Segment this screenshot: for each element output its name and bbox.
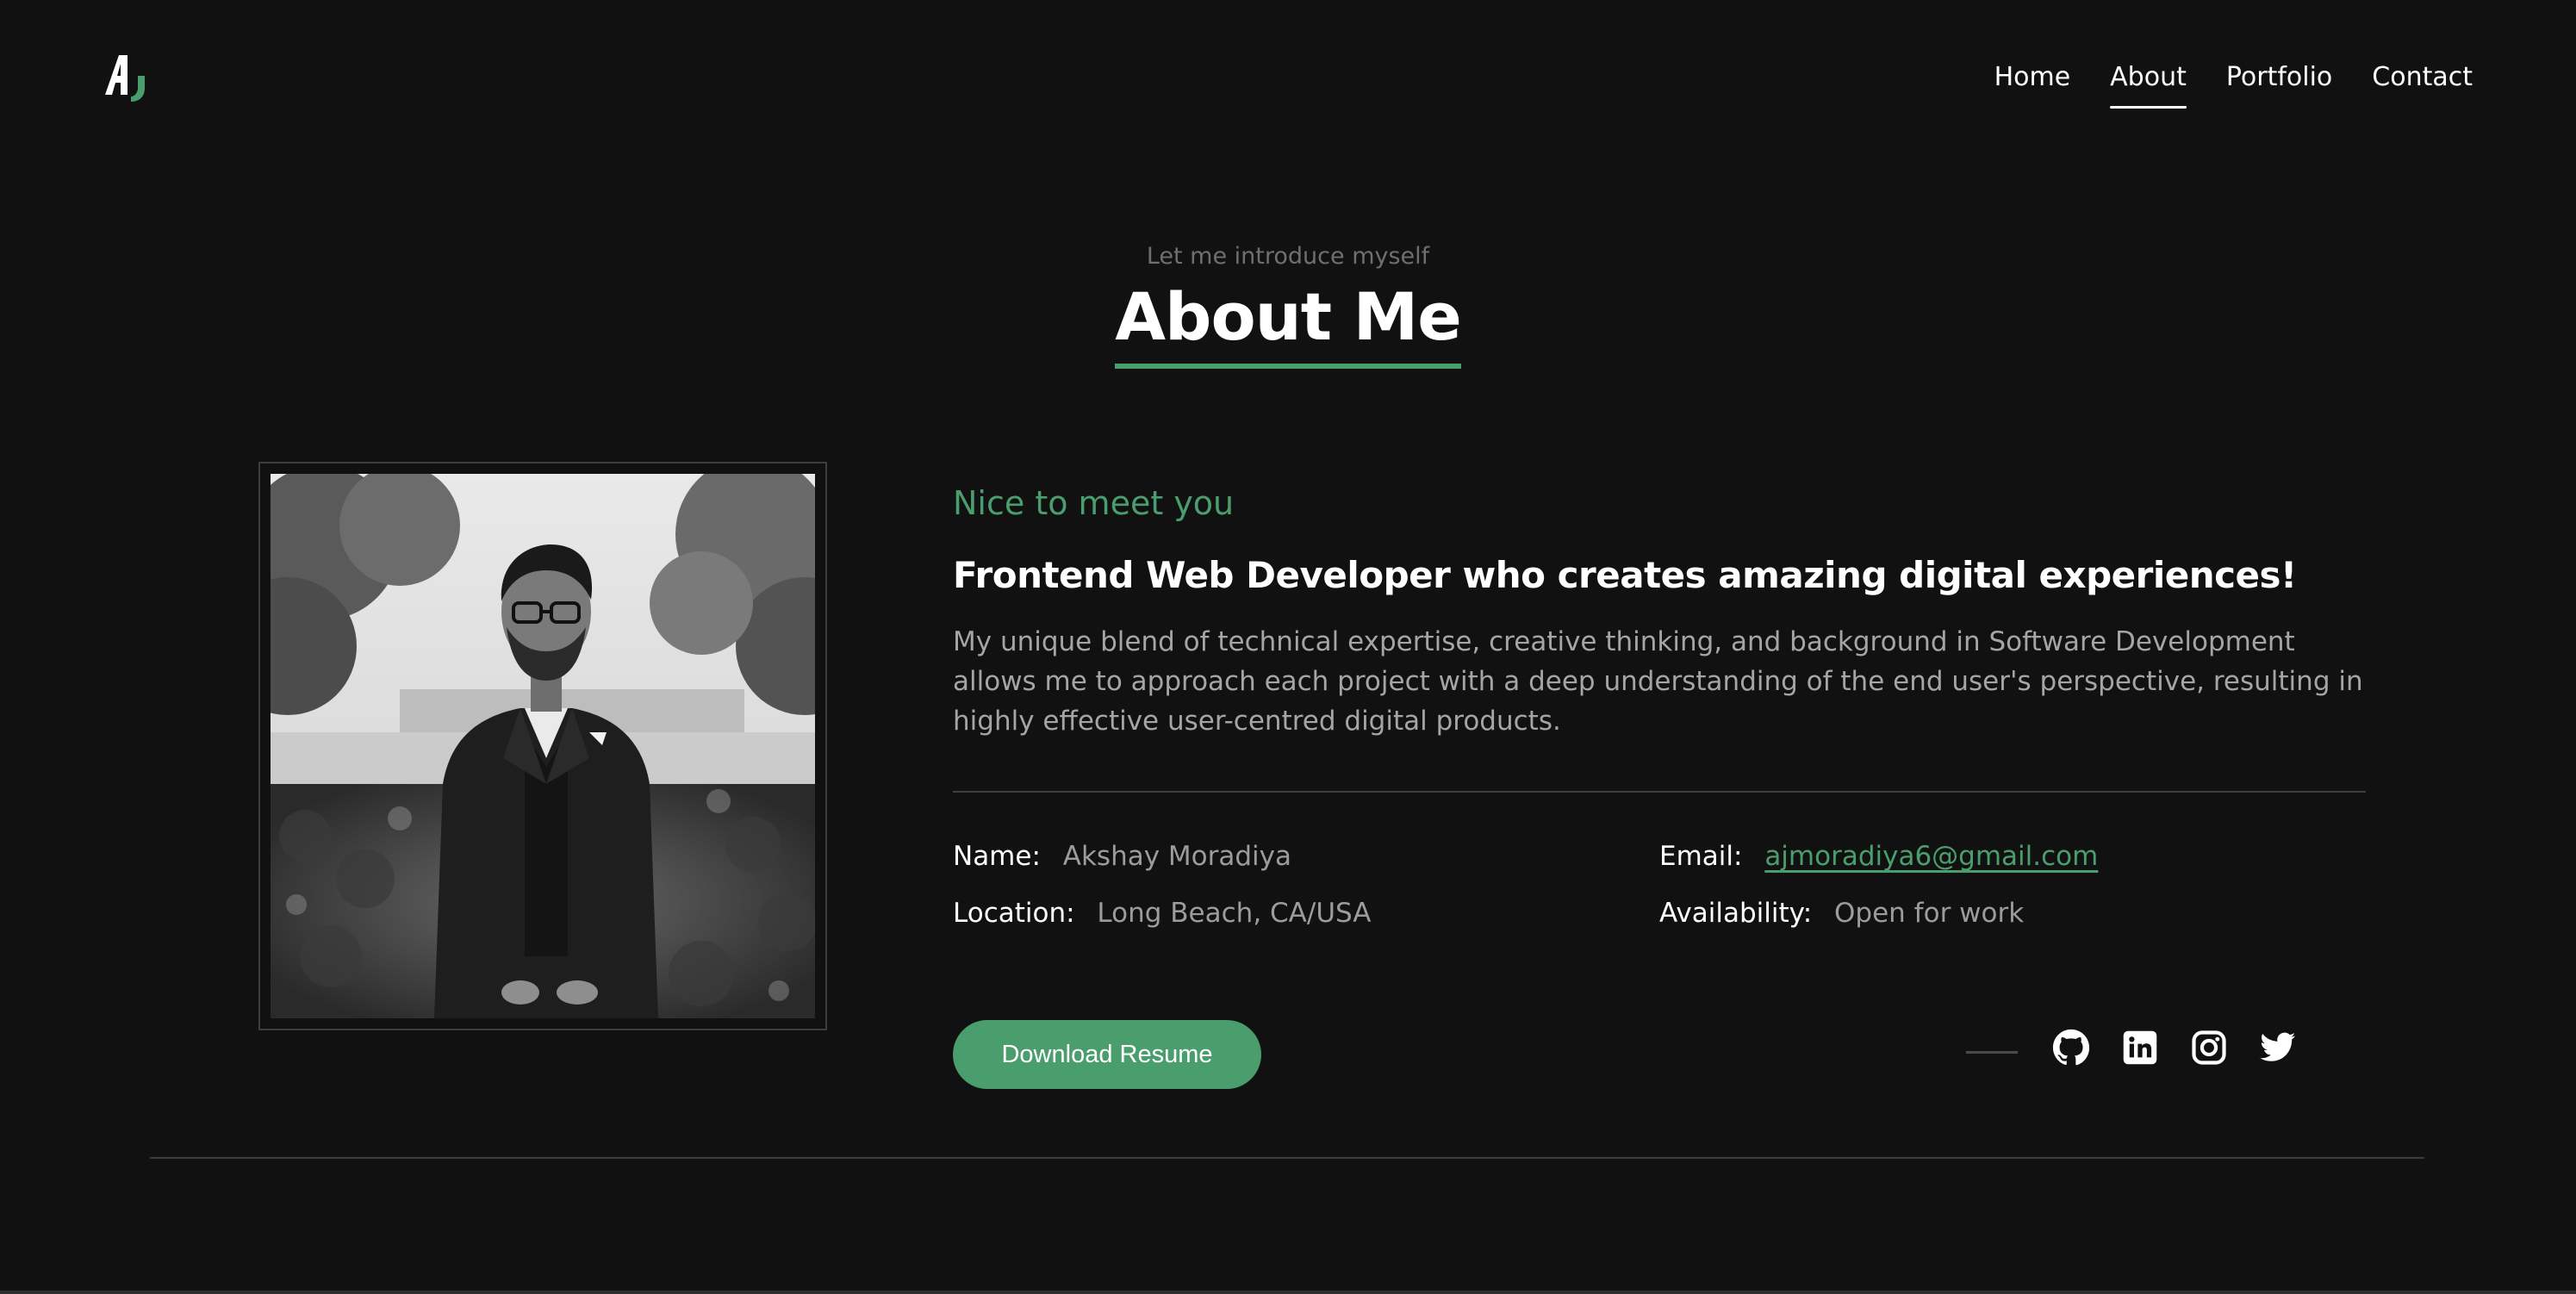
github-icon[interactable] [2052, 1029, 2090, 1067]
window-bottom-edge [0, 1291, 2576, 1294]
about-info: Nice to meet you Frontend Web Developer … [953, 479, 2366, 932]
main-nav: Home About Portfolio Contact [1994, 59, 2473, 109]
detail-location-value: Long Beach, CA/USA [1097, 898, 1372, 929]
detail-availability: Availability: Open for work [1659, 894, 2366, 932]
greeting: Nice to meet you [953, 484, 1235, 522]
personal-details: Name: Akshay Moradiya Email: ajmoradiya6… [953, 837, 2366, 932]
section-title: About Me [1115, 281, 1462, 369]
instagram-icon[interactable] [2190, 1029, 2228, 1067]
section-bottom-divider [150, 1157, 2424, 1159]
bio-paragraph: My unique blend of technical expertise, … [953, 626, 2363, 737]
detail-email: Email: ajmoradiya6@gmail.com [1659, 837, 2366, 875]
detail-availability-value: Open for work [1834, 898, 2025, 929]
nav-home[interactable]: Home [1994, 59, 2071, 103]
twitter-icon[interactable] [2259, 1029, 2297, 1067]
email-link[interactable]: ajmoradiya6@gmail.com [1764, 841, 2098, 872]
social-divider [1966, 1050, 2018, 1054]
detail-name-value: Akshay Moradiya [1062, 841, 1292, 872]
detail-location: Location: Long Beach, CA/USA [953, 894, 1659, 932]
nav-contact[interactable]: Contact [2372, 59, 2473, 103]
detail-availability-label: Availability: [1659, 898, 1813, 929]
about-page: Home About Portfolio Contact Let me intr… [0, 0, 2576, 1294]
download-resume-button[interactable]: Download Resume [953, 1020, 1261, 1089]
detail-name: Name: Akshay Moradiya [953, 837, 1659, 875]
detail-name-label: Name: [953, 841, 1041, 872]
social-links [1966, 1029, 2297, 1067]
section-heading-wrap: About Me [0, 281, 2576, 369]
detail-email-label: Email: [1659, 841, 1743, 872]
info-divider [953, 791, 2366, 793]
detail-location-label: Location: [953, 898, 1075, 929]
profile-photo-frame [258, 462, 827, 1030]
linkedin-icon[interactable] [2121, 1029, 2159, 1067]
nav-about[interactable]: About [2110, 59, 2187, 109]
profile-photo [271, 474, 815, 1018]
site-logo[interactable] [102, 50, 155, 103]
nav-portfolio[interactable]: Portfolio [2226, 59, 2332, 103]
tagline: Frontend Web Developer who creates amazi… [953, 554, 2297, 596]
section-intro: Let me introduce myself [1146, 243, 1430, 270]
